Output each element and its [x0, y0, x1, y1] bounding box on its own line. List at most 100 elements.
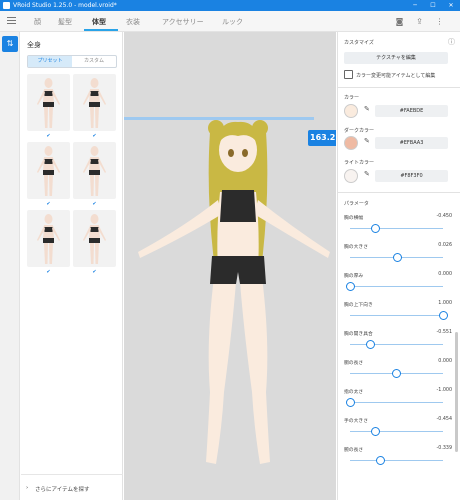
tab-accessory[interactable]: アクセサリー	[162, 17, 204, 27]
slider-handle[interactable]	[376, 456, 386, 465]
preset-thumbnail[interactable]	[73, 210, 116, 267]
preset-thumbnail[interactable]	[27, 210, 70, 267]
body-category-icon[interactable]: ⇅	[2, 36, 18, 52]
custom-segment[interactable]: カスタム	[72, 56, 116, 67]
edit-texture-button[interactable]: テクスチャを編集	[344, 52, 448, 64]
dark-color-swatch[interactable]	[344, 136, 358, 150]
parameter-value[interactable]: -0.454	[422, 417, 452, 422]
help-icon[interactable]: ⓘ	[448, 37, 455, 47]
check-icon: ✔	[92, 269, 97, 275]
preset-custom-toggle: プリセット カスタム	[27, 55, 117, 68]
slider-handle[interactable]	[370, 427, 380, 436]
tab-bar: 顔 髪型 体型 衣装 アクセサリー ルック ◙ ⇪ ⋮	[0, 11, 460, 32]
window-title: VRoid Studio 1.25.0 - model.vroid*	[13, 2, 117, 9]
parameter-label: 胸の厚み	[344, 274, 364, 279]
more-options-icon[interactable]: ⋮	[434, 16, 445, 27]
preset-segment[interactable]: プリセット	[28, 56, 72, 67]
avatar-top	[220, 190, 256, 222]
active-tab-indicator	[84, 29, 118, 31]
maximize-button[interactable]: ☐	[424, 0, 442, 11]
parameter-label: 胸の横幅	[344, 216, 364, 221]
slider-handle[interactable]	[345, 282, 355, 291]
slider-handle[interactable]	[392, 369, 401, 378]
slider-track[interactable]	[350, 315, 443, 316]
slider-track[interactable]	[350, 228, 443, 229]
tab-outfit[interactable]: 衣装	[126, 17, 140, 27]
customize-title: カスタマイズ	[344, 40, 374, 46]
avatar-model	[138, 120, 330, 464]
parameter-value[interactable]: 1.000	[422, 301, 452, 306]
height-label: 163.2	[308, 130, 336, 146]
slider-track[interactable]	[350, 286, 443, 287]
camera-icon[interactable]: ◙	[394, 16, 405, 27]
title-bar: VRoid Studio 1.25.0 - model.vroid* ─ ☐ ✕	[0, 0, 460, 11]
scrollbar[interactable]	[455, 332, 458, 452]
parameter-label: 胴の長さ	[344, 361, 364, 366]
slider-handle[interactable]	[366, 340, 376, 349]
slider-track[interactable]	[350, 344, 443, 345]
parameter-label: 胸の大きさ	[344, 245, 368, 250]
avatar-legs	[206, 277, 270, 464]
check-icon: ✔	[46, 269, 51, 275]
slider-track[interactable]	[350, 431, 443, 432]
light-color-swatch[interactable]	[344, 169, 358, 183]
preset-panel: 全身 プリセット カスタム ✔ ✔ ✔ ✔ ✔ ✔ › さらにアイテムを探す	[21, 32, 123, 500]
tab-hair[interactable]: 髪型	[58, 17, 72, 27]
slider-handle[interactable]	[345, 398, 355, 407]
color-hex-field[interactable]: #FAEBDE	[375, 105, 448, 117]
minimize-button[interactable]: ─	[406, 0, 424, 11]
check-icon: ✔	[92, 201, 97, 207]
parameter-value[interactable]: 0.000	[422, 359, 452, 364]
dark-color-label: ダークカラー	[344, 128, 375, 134]
light-color-hex-field[interactable]: #F8F3F0	[375, 170, 448, 182]
3d-viewport[interactable]: 163.2	[124, 32, 336, 500]
slider-handle[interactable]	[393, 253, 403, 262]
slider-track[interactable]	[350, 402, 443, 403]
chevron-right-icon: ›	[26, 485, 29, 491]
tab-body[interactable]: 体型	[92, 17, 106, 27]
color-changeable-checkbox[interactable]	[344, 70, 353, 79]
preset-thumbnail[interactable]	[73, 74, 116, 131]
left-rail: ⇅	[0, 32, 20, 500]
preset-thumbnail[interactable]	[27, 74, 70, 131]
parameter-value[interactable]: 0.026	[422, 243, 452, 248]
parameter-label: 指の太さ	[344, 390, 364, 395]
eyedropper-icon[interactable]: ✎	[364, 170, 370, 178]
parameter-value[interactable]: -0.450	[422, 214, 452, 219]
avatar-shorts	[210, 256, 266, 284]
more-items-link[interactable]: さらにアイテムを探す	[35, 485, 89, 493]
divider	[338, 87, 460, 88]
export-icon[interactable]: ⇪	[414, 16, 425, 27]
check-icon: ✔	[92, 133, 97, 139]
parameter-value[interactable]: 0.000	[422, 272, 452, 277]
customize-panel: カスタマイズ ⓘ テクスチャを編集 カラー変更可能アイテムとして編集 カラー ✎…	[337, 32, 460, 500]
light-color-label: ライトカラー	[344, 160, 375, 166]
parameter-label: 胸の開き具合	[344, 332, 373, 337]
close-button[interactable]: ✕	[442, 0, 460, 11]
app-logo-icon	[3, 2, 10, 9]
parameter-label: 胸の上下向き	[344, 303, 373, 308]
slider-handle[interactable]	[438, 311, 448, 320]
color-changeable-label: カラー変更可能アイテムとして編集	[356, 73, 436, 79]
more-items-footer[interactable]: › さらにアイテムを探す	[21, 474, 123, 500]
parameter-value[interactable]: -1.000	[422, 388, 452, 393]
color-swatch[interactable]	[344, 104, 358, 118]
divider	[338, 192, 460, 193]
eyedropper-icon[interactable]: ✎	[364, 137, 370, 145]
slider-handle[interactable]	[371, 224, 381, 233]
slider-track[interactable]	[350, 460, 443, 461]
parameter-label: 手の大きさ	[344, 419, 368, 424]
panel-title: 全身	[27, 41, 41, 49]
eyedropper-icon[interactable]: ✎	[364, 105, 370, 113]
preset-thumbnail[interactable]	[73, 142, 116, 199]
tab-look[interactable]: ルック	[222, 17, 243, 27]
check-icon: ✔	[46, 201, 51, 207]
preset-thumbnail[interactable]	[27, 142, 70, 199]
tab-face[interactable]: 顔	[34, 17, 41, 27]
parameter-value[interactable]: -0.551	[422, 330, 452, 335]
parameter-value[interactable]: -0.339	[422, 446, 452, 451]
dark-color-hex-field[interactable]: #EFBAA3	[375, 137, 448, 149]
hamburger-menu-icon[interactable]	[7, 17, 16, 26]
parameter-label: 腕の長さ	[344, 448, 364, 453]
check-icon: ✔	[46, 133, 51, 139]
